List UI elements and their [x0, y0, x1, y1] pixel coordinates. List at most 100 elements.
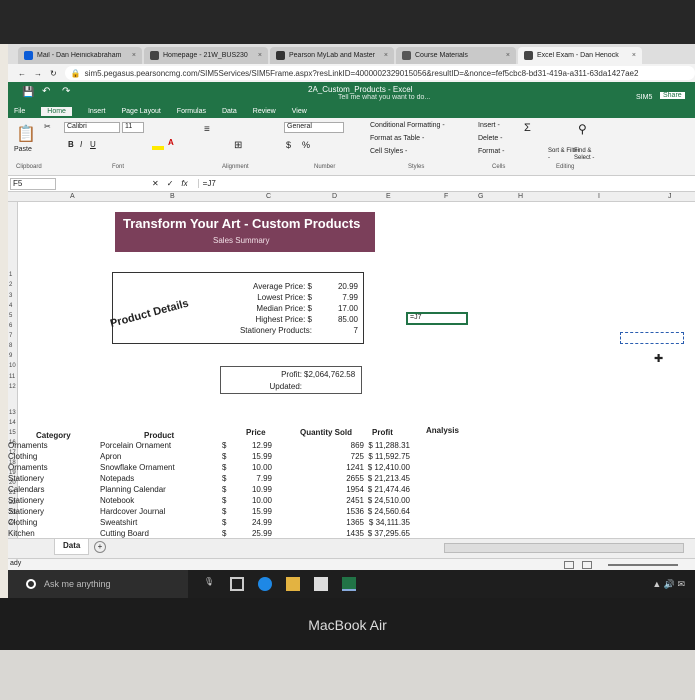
forward-icon[interactable]: → [34, 69, 42, 78]
undo-icon[interactable]: ↶ [42, 86, 50, 97]
row-header[interactable]: 4 [9, 303, 12, 309]
column-header[interactable]: B [170, 193, 175, 200]
align-icon[interactable]: ≡ [204, 124, 210, 135]
row-header[interactable]: 1 [9, 272, 12, 278]
close-tab-icon[interactable]: × [632, 52, 636, 59]
autosum-icon[interactable]: Σ [524, 122, 531, 134]
ribbon-tab[interactable]: Home [41, 106, 72, 116]
font-size-select[interactable]: 11 [122, 122, 144, 133]
edge-browser-icon[interactable] [258, 577, 272, 591]
cut-icon[interactable]: ✂ [44, 122, 51, 131]
cancel-icon[interactable]: ✕ [152, 179, 159, 188]
bold-button[interactable]: B [68, 140, 74, 149]
column-header[interactable]: D [332, 193, 337, 200]
taskbar-search[interactable]: Ask me anything [8, 570, 188, 598]
sheet-tab-data[interactable]: Data [54, 539, 90, 555]
cell-styles-button[interactable]: Cell Styles - [370, 148, 407, 155]
ribbon-tab[interactable]: Page Layout [121, 108, 160, 115]
find-select-button[interactable]: Find & Select - [574, 148, 606, 162]
page-layout-icon[interactable] [582, 561, 592, 569]
row-header[interactable]: 6 [9, 323, 12, 329]
row-header[interactable]: 14 [9, 420, 16, 426]
row-header[interactable]: 10 [9, 363, 16, 369]
column-header[interactable]: A [70, 193, 75, 200]
normal-view-icon[interactable] [564, 561, 574, 569]
close-tab-icon[interactable]: × [258, 52, 262, 59]
paste-label[interactable]: Paste [14, 146, 32, 153]
percent-icon[interactable]: % [302, 140, 310, 150]
format-button[interactable]: Format - [478, 148, 504, 155]
close-tab-icon[interactable]: × [506, 52, 510, 59]
fx-icon[interactable]: fx [181, 179, 187, 188]
merge-center-icon[interactable]: ⊞ [234, 140, 242, 151]
delete-button[interactable]: Delete - [478, 135, 503, 142]
add-sheet-icon[interactable]: + [94, 541, 106, 553]
paste-icon[interactable]: 📋 [16, 124, 36, 144]
ribbon-tab[interactable]: Formulas [177, 108, 206, 115]
close-tab-icon[interactable]: × [132, 52, 136, 59]
italic-button[interactable]: I [80, 140, 82, 149]
row-header[interactable]: 5 [9, 313, 12, 319]
formula-input[interactable]: =J7 [197, 179, 216, 188]
font-name-select[interactable]: Calibri [64, 122, 120, 133]
file-explorer-icon[interactable] [286, 577, 300, 591]
browser-tab[interactable]: Mail - Dan Heinickabraham × [18, 47, 142, 64]
excel-taskbar-icon[interactable] [342, 577, 356, 591]
insert-button[interactable]: Insert - [478, 122, 500, 129]
underline-button[interactable]: U [90, 140, 96, 149]
row-header[interactable]: 12 [9, 384, 16, 390]
row-header[interactable]: 2 [9, 282, 12, 288]
currency-icon[interactable]: $ [286, 140, 291, 150]
ribbon-tab[interactable]: View [292, 108, 307, 115]
row-header[interactable]: 7 [9, 333, 12, 339]
browser-tab[interactable]: Pearson MyLab and Master × [270, 47, 394, 64]
fill-color-icon[interactable] [152, 146, 164, 150]
format-as-table-button[interactable]: Format as Table - [370, 135, 424, 142]
close-tab-icon[interactable]: × [384, 52, 388, 59]
url-field[interactable]: 🔒 sim5.pegasus.pearsoncmg.com/SIM5Servic… [64, 66, 695, 80]
share-button[interactable]: Share [660, 92, 685, 99]
stat-label: Average Price: $ [253, 282, 312, 291]
ribbon-tab[interactable]: Data [222, 108, 237, 115]
row-header[interactable]: 15 [9, 430, 16, 436]
microphone-icon[interactable]: 🎙 [202, 577, 216, 591]
excel-title-bar: 💾 ↶ ↷ 2A_Custom_Products - Excel Tell me… [8, 82, 695, 104]
browser-tab[interactable]: Excel Exam - Dan Henock × [518, 47, 642, 64]
row-header[interactable]: 8 [9, 343, 12, 349]
store-icon[interactable] [314, 577, 328, 591]
tab-label: Homepage - 21W_BUS230 [163, 52, 248, 59]
cell-quantity: 1365 [346, 518, 364, 527]
font-color-icon[interactable]: A [168, 138, 174, 147]
redo-icon[interactable]: ↷ [62, 86, 70, 97]
column-header[interactable]: G [478, 193, 483, 200]
search-icon[interactable]: ⚲ [578, 122, 587, 136]
row-header[interactable]: 13 [9, 410, 16, 416]
horizontal-scrollbar[interactable] [444, 543, 684, 553]
number-format-select[interactable]: General [284, 122, 344, 133]
row-header[interactable]: 9 [9, 353, 12, 359]
column-header[interactable]: I [598, 193, 600, 200]
reload-icon[interactable]: ↻ [50, 69, 57, 78]
ribbon-tab[interactable]: Review [253, 108, 276, 115]
name-box[interactable]: F5 [10, 177, 56, 190]
column-header[interactable]: F [444, 193, 448, 200]
conditional-formatting-button[interactable]: Conditional Formatting - [370, 122, 445, 129]
back-icon[interactable]: ← [18, 69, 26, 78]
ribbon-tab[interactable]: Insert [88, 108, 106, 115]
ribbon-tab[interactable]: File [14, 108, 25, 115]
browser-tab[interactable]: Course Materials × [396, 47, 516, 64]
enter-icon[interactable]: ✓ [167, 179, 174, 188]
column-header[interactable]: H [518, 193, 523, 200]
row-header[interactable]: 11 [9, 374, 15, 380]
tell-me-box[interactable]: Tell me what you want to do... [338, 94, 430, 101]
column-header[interactable]: J [668, 193, 672, 200]
browser-tab[interactable]: Homepage - 21W_BUS230 × [144, 47, 268, 64]
column-header[interactable]: E [386, 193, 391, 200]
zoom-slider[interactable] [608, 564, 678, 566]
save-icon[interactable]: 💾 [22, 87, 34, 98]
task-view-icon[interactable] [230, 577, 244, 591]
worksheet-grid[interactable]: ABCDEFGHIJ 1 2 3 4 5 6 7 8 9 10 11 12 13 14 15 16 17 18 19… [8, 192, 695, 538]
column-header[interactable]: C [266, 193, 271, 200]
cell-quantity: 1536 [346, 507, 364, 516]
row-header[interactable]: 3 [9, 293, 12, 299]
